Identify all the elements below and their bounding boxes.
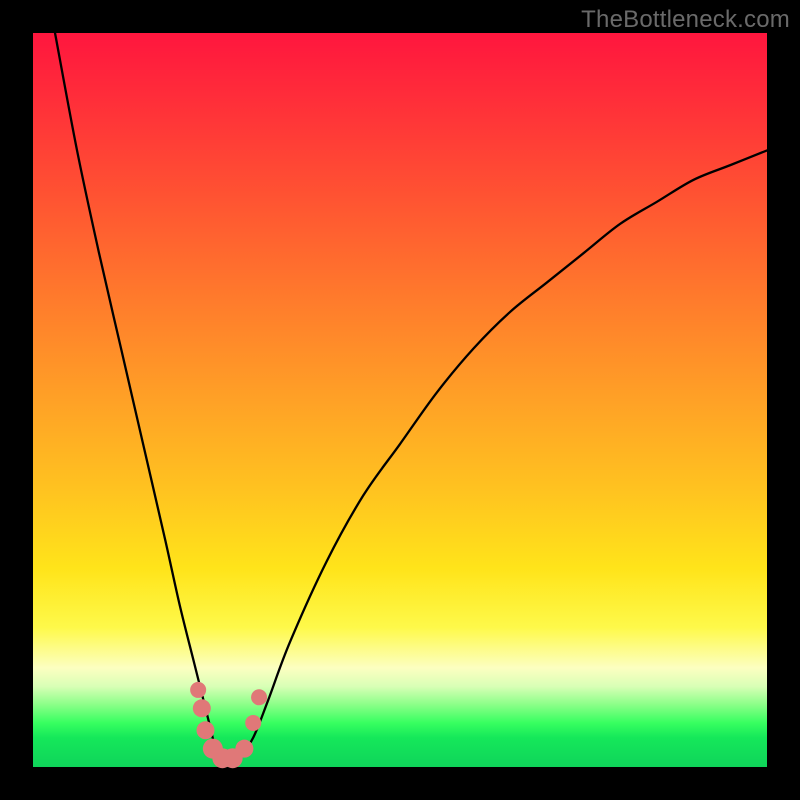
chart-frame: TheBottleneck.com xyxy=(0,0,800,800)
chart-svg xyxy=(33,33,767,767)
marker-dot xyxy=(251,689,267,705)
bottleneck-curve-path xyxy=(55,33,767,768)
chart-plot-area xyxy=(33,33,767,767)
marker-dot xyxy=(190,682,206,698)
marker-dot xyxy=(193,699,211,717)
watermark-text: TheBottleneck.com xyxy=(581,6,790,34)
marker-dot xyxy=(235,740,253,758)
marker-group xyxy=(190,682,267,768)
marker-dot xyxy=(196,721,214,739)
marker-dot xyxy=(245,715,261,731)
